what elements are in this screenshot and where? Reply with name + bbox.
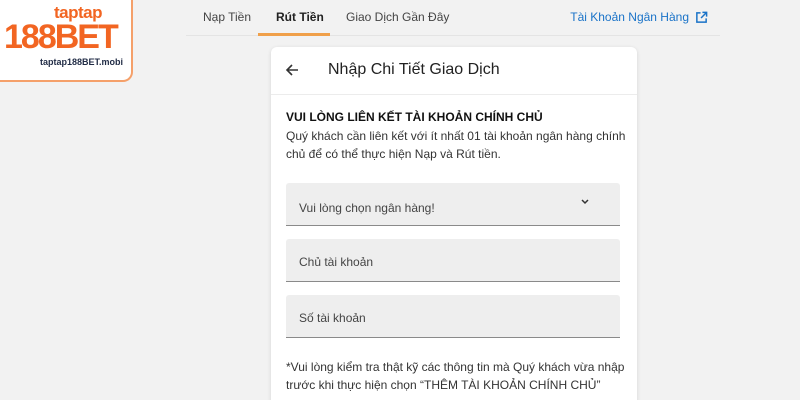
card-body: VUI LÒNG LIÊN KẾT TÀI KHOẢN CHÍNH CHỦ Qu…: [271, 95, 637, 394]
account-number-placeholder: Số tài khoản: [299, 311, 366, 325]
active-tab-indicator: [258, 33, 330, 36]
verification-note: *Vui lòng kiểm tra thật kỹ các thông tin…: [286, 360, 625, 392]
brand-logo: taptap 188BET taptap188BET.mobi: [0, 0, 133, 82]
logo-main-text: 188BET: [4, 18, 119, 56]
chevron-down-icon: [581, 199, 589, 205]
tab-withdraw[interactable]: Rút Tiền: [276, 10, 324, 24]
account-holder-placeholder: Chủ tài khoản: [299, 255, 374, 269]
tab-deposit[interactable]: Nạp Tiền: [203, 10, 251, 24]
bank-account-link[interactable]: Tài Khoản Ngân Hàng: [570, 10, 708, 24]
tab-bar: Nạp Tiền Rút Tiền Giao Dịch Gần Đây Tài …: [186, 0, 720, 36]
section-description: Quý khách cần liên kết với ít nhất 01 tà…: [286, 129, 626, 161]
bank-select[interactable]: Vui lòng chọn ngân hàng!: [286, 183, 620, 226]
external-link-icon: [696, 11, 708, 23]
bank-select-placeholder: Vui lòng chọn ngân hàng!: [299, 201, 435, 215]
arrow-left-icon[interactable]: [285, 63, 299, 77]
tab-recent-transactions[interactable]: Giao Dịch Gần Đây: [346, 10, 449, 24]
section-title: VUI LÒNG LIÊN KẾT TÀI KHOẢN CHÍNH CHỦ: [286, 110, 543, 124]
bank-account-link-label: Tài Khoản Ngân Hàng: [570, 10, 689, 24]
card-header: Nhập Chi Tiết Giao Dịch: [271, 47, 637, 95]
transaction-card: Nhập Chi Tiết Giao Dịch VUI LÒNG LIÊN KẾ…: [271, 47, 637, 400]
account-number-field[interactable]: Số tài khoản: [286, 295, 620, 338]
account-holder-field[interactable]: Chủ tài khoản: [286, 239, 620, 282]
logo-url-text: taptap188BET.mobi: [40, 57, 124, 67]
card-title: Nhập Chi Tiết Giao Dịch: [328, 61, 500, 78]
